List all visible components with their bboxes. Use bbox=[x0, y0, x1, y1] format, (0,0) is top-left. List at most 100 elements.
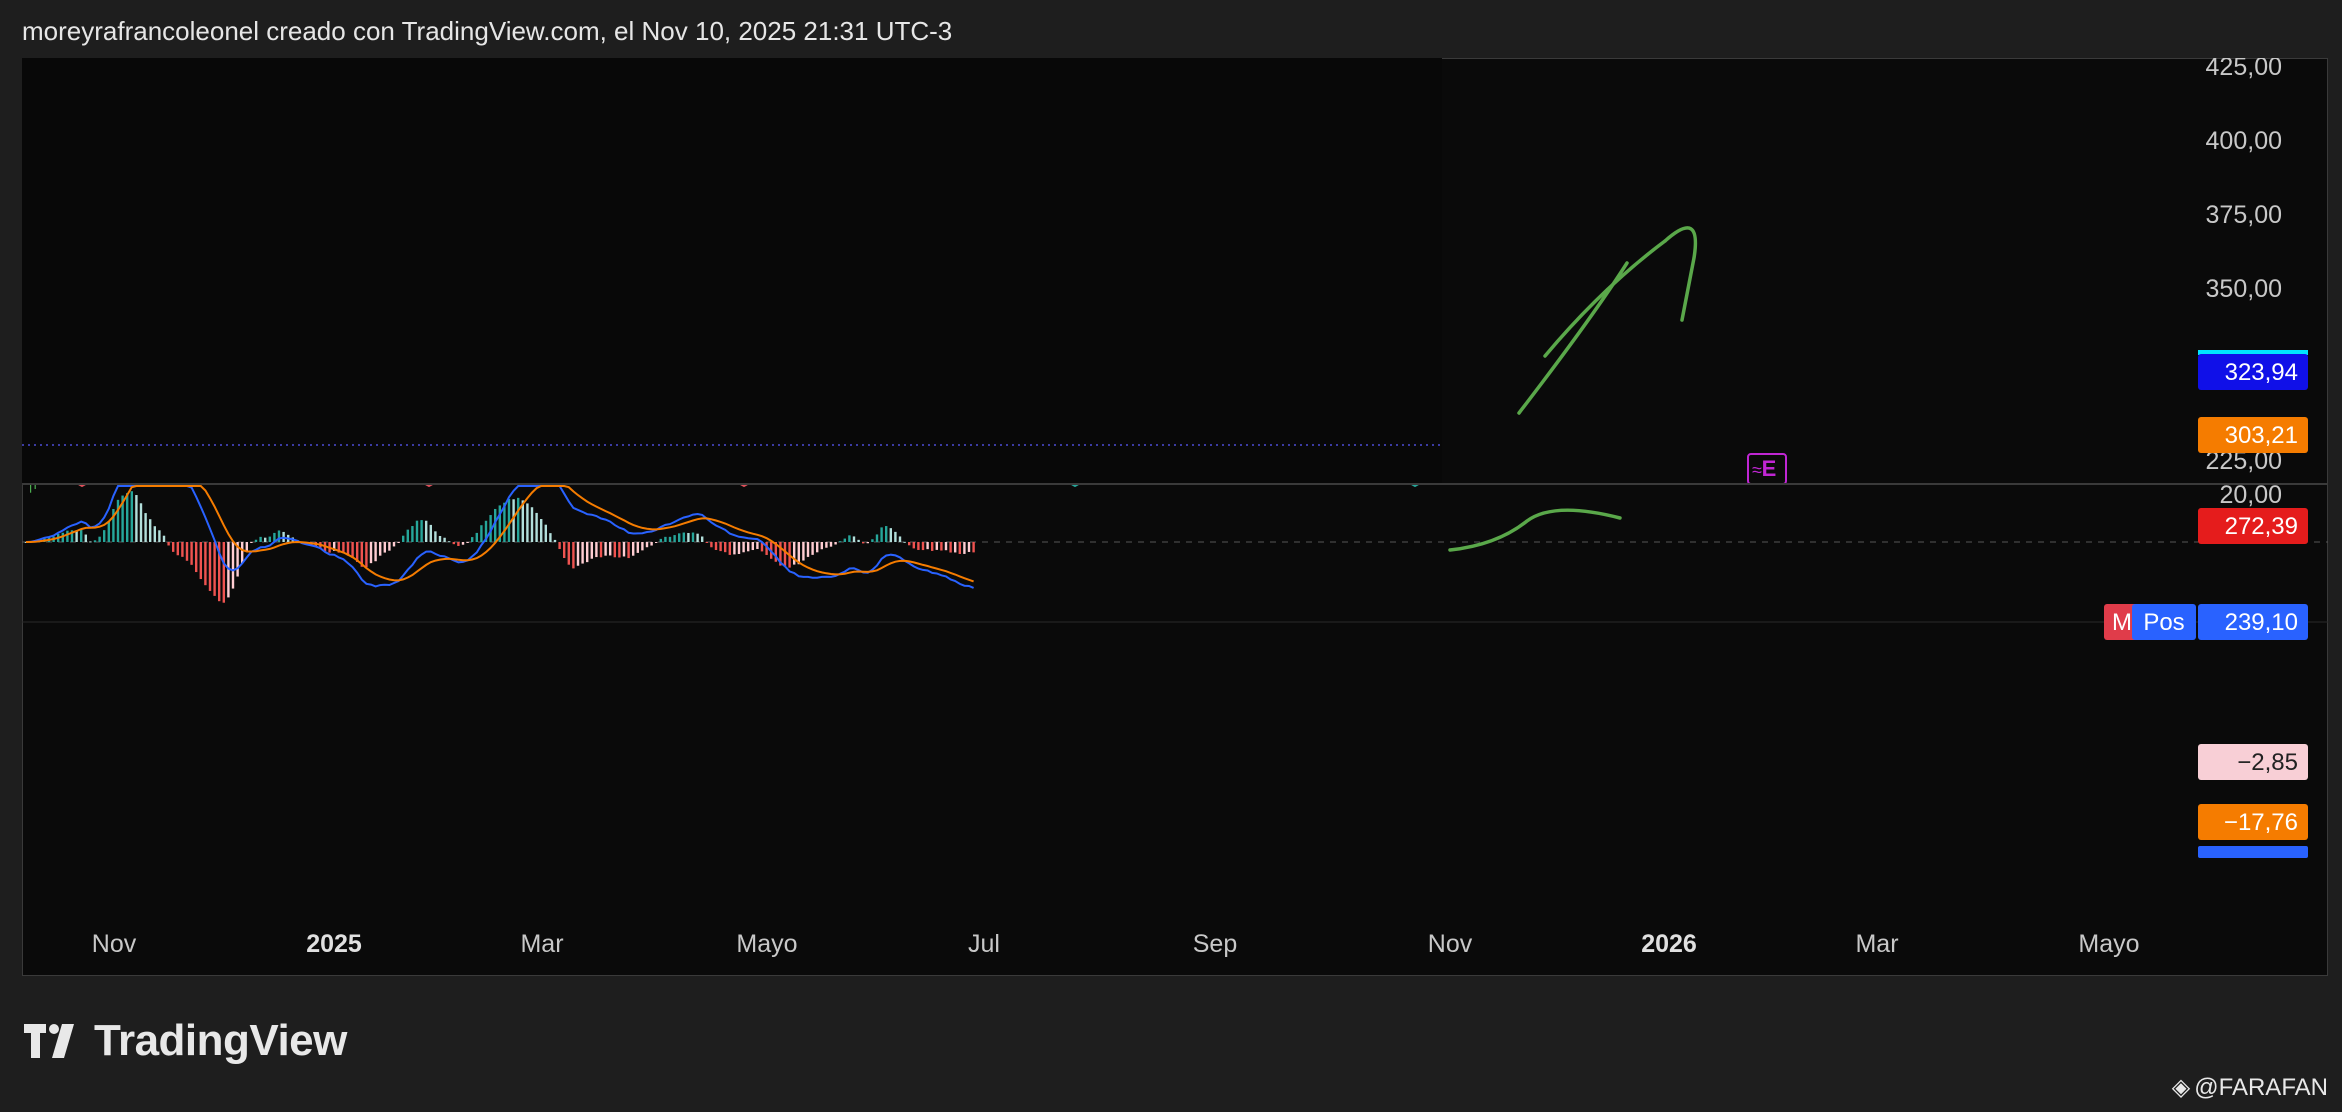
macd-histogram-bar bbox=[609, 542, 612, 556]
time-axis-label: 2025 bbox=[306, 930, 362, 958]
macd-histogram-bar bbox=[889, 528, 892, 542]
macd-histogram-bar bbox=[645, 542, 649, 548]
price-tag-323-text: 323,94 bbox=[2225, 359, 2298, 386]
macd-histogram-bar bbox=[917, 542, 920, 550]
drawing-unused bbox=[974, 508, 1112, 550]
macd-histogram-bar bbox=[599, 542, 603, 558]
macd-histogram-bar bbox=[176, 542, 179, 556]
price-tick-label: 375,00 bbox=[2206, 201, 2282, 229]
macd-histogram-bar bbox=[466, 542, 469, 543]
macd-histogram-bar bbox=[908, 542, 911, 546]
macd-histogram-bar bbox=[231, 542, 235, 589]
macd-histogram-bar bbox=[153, 526, 156, 542]
macd-histogram-bar bbox=[443, 537, 446, 542]
macd-histogram-bar bbox=[701, 536, 704, 542]
macd-histogram-bar bbox=[967, 542, 971, 552]
macd-histogram-bar bbox=[756, 542, 759, 550]
macd-histogram-bar bbox=[641, 542, 644, 551]
macd-histogram-bar bbox=[457, 542, 460, 546]
macd-histogram-bar bbox=[480, 525, 483, 542]
macd-histogram-bar bbox=[613, 542, 616, 558]
macd-histogram-bar bbox=[954, 542, 957, 553]
macd-histogram-bar bbox=[553, 539, 557, 542]
macd-histogram-bar bbox=[921, 542, 925, 551]
macd-histogram-bar bbox=[107, 521, 110, 542]
drawing-hidden bbox=[1452, 501, 1622, 548]
macd-histogram-bar bbox=[185, 542, 189, 561]
macd-histogram-bar bbox=[250, 542, 253, 543]
macd-histogram-bar bbox=[475, 532, 478, 542]
macd-histogram-bar bbox=[526, 503, 529, 542]
macd-histogram-bar bbox=[383, 542, 386, 553]
axes-layer: 425,00400,00375,00350,00250,00225,00323,… bbox=[22, 58, 2328, 958]
price-tick-label: 400,00 bbox=[2206, 127, 2282, 155]
macd-histogram-bar bbox=[130, 491, 133, 542]
macd-tag-macd bbox=[2198, 846, 2308, 858]
macd-histogram-bar bbox=[963, 542, 966, 554]
tradingview-logo-icon bbox=[24, 1024, 74, 1058]
diamond-icon: ◈ bbox=[2171, 1074, 2191, 1101]
macd-histogram-bar bbox=[719, 542, 722, 552]
chart-canvas[interactable]: EEEEE≈E 425,00400,00375,00350,00250,0022… bbox=[22, 58, 2328, 976]
macd-histogram-bar bbox=[241, 542, 244, 564]
macd-histogram-bar bbox=[972, 542, 975, 553]
macd-histogram-bar bbox=[222, 542, 225, 603]
macd-histogram-bar bbox=[742, 542, 745, 553]
price-tick-label: 350,00 bbox=[2206, 275, 2282, 303]
macd-histogram-bar bbox=[852, 536, 856, 542]
macd-histogram-bar bbox=[369, 542, 373, 564]
macd-histogram-bar bbox=[208, 542, 212, 591]
macd-histogram-bar bbox=[379, 542, 382, 556]
time-axis-label: Jul bbox=[968, 930, 1000, 958]
time-axis-label: 2026 bbox=[1641, 930, 1697, 958]
macd-histogram-bar bbox=[277, 530, 281, 542]
macd-histogram-bar bbox=[448, 541, 451, 543]
macd-histogram-bar bbox=[857, 539, 860, 542]
macd-histogram-bar bbox=[944, 542, 948, 551]
macd-histogram-bar bbox=[434, 531, 437, 542]
macd-histogram-bar bbox=[425, 520, 428, 542]
macd-histogram-bar bbox=[682, 532, 685, 542]
macd-histogram-bar bbox=[811, 542, 814, 555]
macd-histogram-bar bbox=[650, 542, 653, 546]
macd-histogram-bar bbox=[728, 542, 731, 555]
macd-histogram-bar bbox=[710, 542, 713, 548]
macd-histogram-bar bbox=[678, 533, 681, 542]
macd-histogram-bar bbox=[871, 539, 874, 542]
macd-histogram-bar bbox=[673, 535, 676, 542]
macd-histogram-bar bbox=[351, 542, 354, 558]
macd-histogram-bar bbox=[806, 542, 810, 557]
macd-histogram-bar bbox=[793, 542, 796, 565]
macd-histogram-bar bbox=[535, 512, 538, 542]
macd-histogram-bar bbox=[590, 542, 593, 559]
macd-histogram-bar bbox=[144, 513, 147, 542]
macd-histogram-bar bbox=[848, 535, 851, 542]
macd-histogram-bar bbox=[668, 536, 672, 542]
macd-histogram-bar bbox=[802, 542, 805, 561]
macd-histogram-bar bbox=[149, 519, 152, 542]
macd-tag-hist: −2,85 bbox=[2198, 744, 2308, 780]
macd-histogram-bar bbox=[167, 542, 170, 546]
macd-histogram-bar bbox=[530, 507, 534, 542]
macd-histogram-bar bbox=[829, 542, 833, 547]
macd-layer bbox=[22, 485, 2328, 603]
macd-histogram-bar bbox=[880, 527, 883, 542]
price-tag-323: 323,94 bbox=[2198, 354, 2308, 390]
macd-histogram-bar bbox=[912, 542, 915, 549]
macd-histogram-bar bbox=[254, 539, 258, 542]
tradingview-logo[interactable]: TradingView bbox=[24, 1016, 347, 1066]
macd-histogram-bar bbox=[636, 542, 639, 553]
price-tag-272: 272,39 bbox=[2198, 508, 2308, 544]
macd-histogram-bar bbox=[66, 530, 69, 542]
macd-histogram-bar bbox=[714, 542, 718, 551]
macd-histogram-bar bbox=[135, 495, 138, 542]
time-axis-label: Nov bbox=[92, 930, 137, 958]
macd-histogram-bar bbox=[517, 497, 520, 542]
m-badge-text: M bbox=[2112, 609, 2132, 636]
macd-histogram-bar bbox=[622, 542, 626, 557]
main-pane bbox=[22, 58, 1442, 484]
macd-histogram-bar bbox=[438, 535, 442, 542]
drawing-arrow-right bbox=[1663, 226, 1698, 322]
macd-histogram-bar bbox=[103, 530, 106, 542]
macd-histogram-bar bbox=[365, 542, 368, 568]
